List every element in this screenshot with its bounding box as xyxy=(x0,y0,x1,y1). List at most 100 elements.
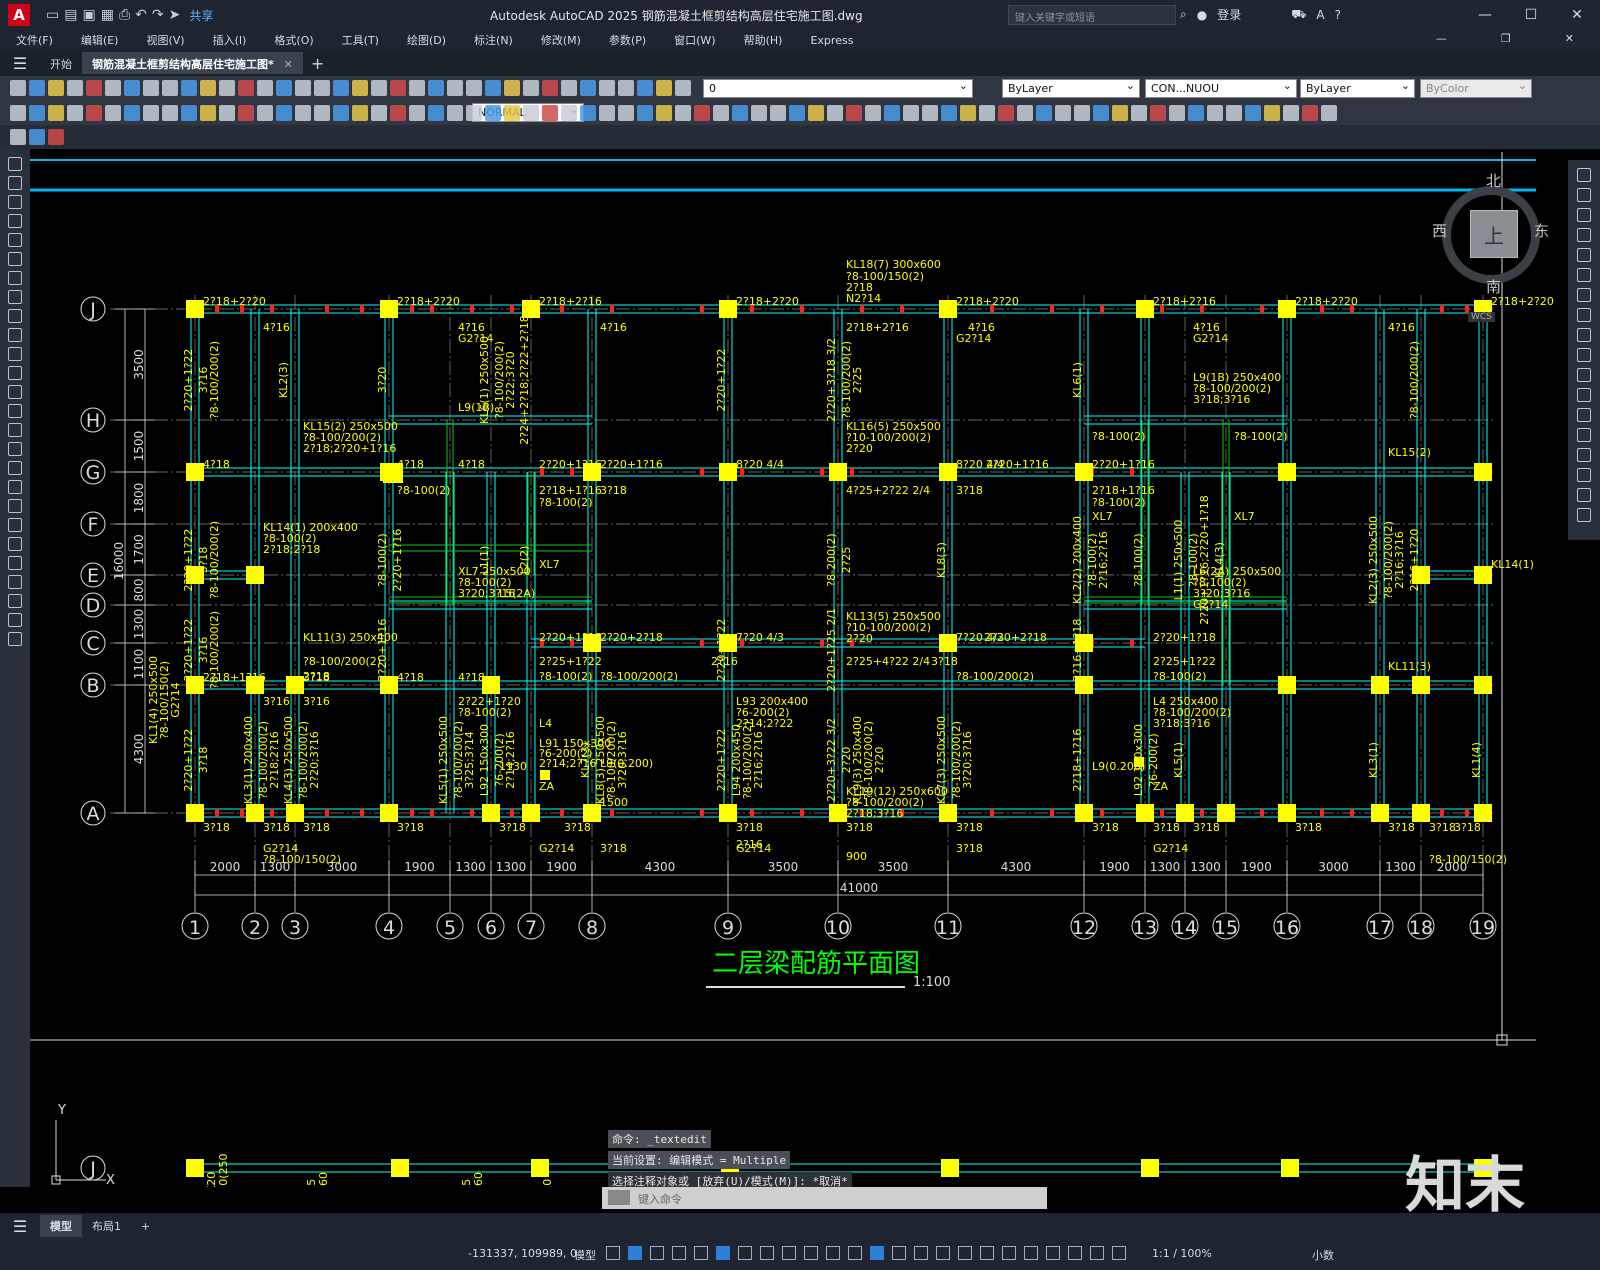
toolbar-icon[interactable] xyxy=(390,80,406,96)
toolbar-icon[interactable] xyxy=(1017,104,1033,121)
print-icon[interactable]: ⎙ xyxy=(119,7,130,23)
palette-tool-icon[interactable] xyxy=(8,499,22,513)
status-toggle-icon[interactable] xyxy=(804,1246,818,1260)
palette-tool-icon[interactable] xyxy=(8,157,22,171)
palette-tool-icon[interactable] xyxy=(8,309,22,323)
toolbar-icon[interactable] xyxy=(67,104,83,121)
toolbar-icon[interactable] xyxy=(599,104,615,121)
toolbar-icon[interactable] xyxy=(124,104,140,121)
compass-west[interactable]: 西 xyxy=(1432,220,1447,241)
wcs-menu[interactable]: WCS xyxy=(1468,312,1495,322)
menu-item[interactable]: 标注(N) xyxy=(474,32,513,48)
autodesk-icon[interactable]: A xyxy=(1316,8,1324,22)
toolbar-icon[interactable] xyxy=(675,104,691,121)
status-toggle-icon[interactable] xyxy=(628,1246,642,1260)
toolbar-icon[interactable] xyxy=(884,104,900,121)
toolbar-icon[interactable] xyxy=(580,80,596,96)
menu-item[interactable]: 文件(F) xyxy=(16,32,53,48)
toolbar-icon[interactable] xyxy=(1188,104,1204,121)
toolbar-icon[interactable] xyxy=(941,104,957,121)
toolbar-icon[interactable] xyxy=(542,80,558,96)
toolbar-icon[interactable] xyxy=(181,80,197,96)
command-input[interactable]: 键入命令 xyxy=(602,1187,1047,1209)
palette-tool-icon[interactable] xyxy=(1577,488,1591,502)
toolbar-icon[interactable] xyxy=(1245,104,1261,121)
menu-item[interactable]: 窗口(W) xyxy=(674,32,715,48)
toolbar-icon[interactable] xyxy=(428,104,444,121)
tab-close-icon[interactable]: ✕ xyxy=(284,58,293,71)
toolbar-icon[interactable] xyxy=(143,104,159,121)
annotation-scale[interactable]: 1:1 / 100% xyxy=(1152,1247,1212,1260)
palette-tool-icon[interactable] xyxy=(1577,388,1591,402)
toolbar-icon[interactable] xyxy=(561,80,577,96)
toolbar-icon[interactable] xyxy=(48,129,64,145)
toolbar-icon[interactable] xyxy=(466,104,482,121)
palette-tool-icon[interactable] xyxy=(8,423,22,437)
status-toggle-icon[interactable] xyxy=(870,1246,884,1260)
toolbar-icon[interactable] xyxy=(808,104,824,121)
toolbar-icon[interactable] xyxy=(599,80,615,96)
color-dropdown[interactable]: ByLayer xyxy=(1002,79,1140,98)
drawing-canvas[interactable]: J H G F E D C B A 1 2 3 4 5 6 7 8 9 10 11 12 13 14 15 16 17 18 19 20… xyxy=(30,149,1568,1187)
status-toggle-icon[interactable] xyxy=(1002,1246,1016,1260)
toolbar-icon[interactable] xyxy=(1302,104,1318,121)
search-icon[interactable]: ⌕ xyxy=(1180,7,1187,22)
toolbar-icon[interactable] xyxy=(10,104,26,121)
toolbar-icon[interactable] xyxy=(86,80,102,96)
palette-tool-icon[interactable] xyxy=(8,537,22,551)
model-space-toggle[interactable]: 模型 xyxy=(574,1247,596,1263)
palette-tool-icon[interactable] xyxy=(1577,288,1591,302)
status-toggle-icon[interactable] xyxy=(694,1246,708,1260)
palette-tool-icon[interactable] xyxy=(8,195,22,209)
palette-tool-icon[interactable] xyxy=(1577,468,1591,482)
toolbar-icon[interactable] xyxy=(162,80,178,96)
toolbar-icon[interactable] xyxy=(371,104,387,121)
save-icon[interactable]: ▣ xyxy=(82,7,95,23)
menu-item[interactable]: 修改(M) xyxy=(541,32,581,48)
toolbar-icon[interactable] xyxy=(200,80,216,96)
palette-tool-icon[interactable] xyxy=(8,366,22,380)
toolbar-icon[interactable] xyxy=(1093,104,1109,121)
toolbar-icon[interactable] xyxy=(485,104,501,121)
plotstyle-dropdown[interactable]: ByColor xyxy=(1420,79,1532,98)
palette-tool-icon[interactable] xyxy=(8,613,22,627)
toolbar-icon[interactable] xyxy=(504,80,520,96)
layer-dropdown[interactable]: 0 xyxy=(703,79,973,98)
toolbar-icon[interactable] xyxy=(371,80,387,96)
toolbar-icon[interactable] xyxy=(542,104,558,121)
palette-tool-icon[interactable] xyxy=(8,252,22,266)
help-icon[interactable]: ? xyxy=(1335,8,1341,22)
tab-layout1[interactable]: 布局1 xyxy=(82,1215,131,1237)
toolbar-icon[interactable] xyxy=(447,80,463,96)
linetype-dropdown[interactable]: CON...NUOU xyxy=(1145,79,1297,98)
toolbar-icon[interactable] xyxy=(694,104,710,121)
toolbar-icon[interactable] xyxy=(352,104,368,121)
status-toggle-icon[interactable] xyxy=(826,1246,840,1260)
menu-item[interactable]: Express xyxy=(810,34,853,47)
toolbar-icon[interactable] xyxy=(219,104,235,121)
viewcube-top-face[interactable]: 上 xyxy=(1470,210,1518,258)
status-toggle-icon[interactable] xyxy=(914,1246,928,1260)
close-icon[interactable]: ✕ xyxy=(1554,0,1600,30)
menu-item[interactable]: 绘图(D) xyxy=(407,32,446,48)
palette-tool-icon[interactable] xyxy=(1577,328,1591,342)
palette-tool-icon[interactable] xyxy=(8,442,22,456)
palette-tool-icon[interactable] xyxy=(8,632,22,646)
units-selector[interactable]: 小数 xyxy=(1312,1247,1334,1263)
toolbar-icon[interactable] xyxy=(903,104,919,121)
cart-icon[interactable]: ⛟ xyxy=(1291,7,1306,23)
compass-south[interactable]: 南 xyxy=(1486,276,1501,297)
toolbar-icon[interactable] xyxy=(447,104,463,121)
toolbar-icon[interactable] xyxy=(865,104,881,121)
toolbar-icon[interactable] xyxy=(1226,104,1242,121)
palette-tool-icon[interactable] xyxy=(8,271,22,285)
toolbar-icon[interactable] xyxy=(1150,104,1166,121)
compass-east[interactable]: 东 xyxy=(1534,220,1549,241)
palette-tool-icon[interactable] xyxy=(8,518,22,532)
toolbar-icon[interactable] xyxy=(466,80,482,96)
toolbar-icon[interactable] xyxy=(48,104,64,121)
status-toggle-icon[interactable] xyxy=(1024,1246,1038,1260)
menu-item[interactable]: 插入(I) xyxy=(213,32,247,48)
status-toggle-icon[interactable] xyxy=(650,1246,664,1260)
menu-item[interactable]: 工具(T) xyxy=(342,32,379,48)
